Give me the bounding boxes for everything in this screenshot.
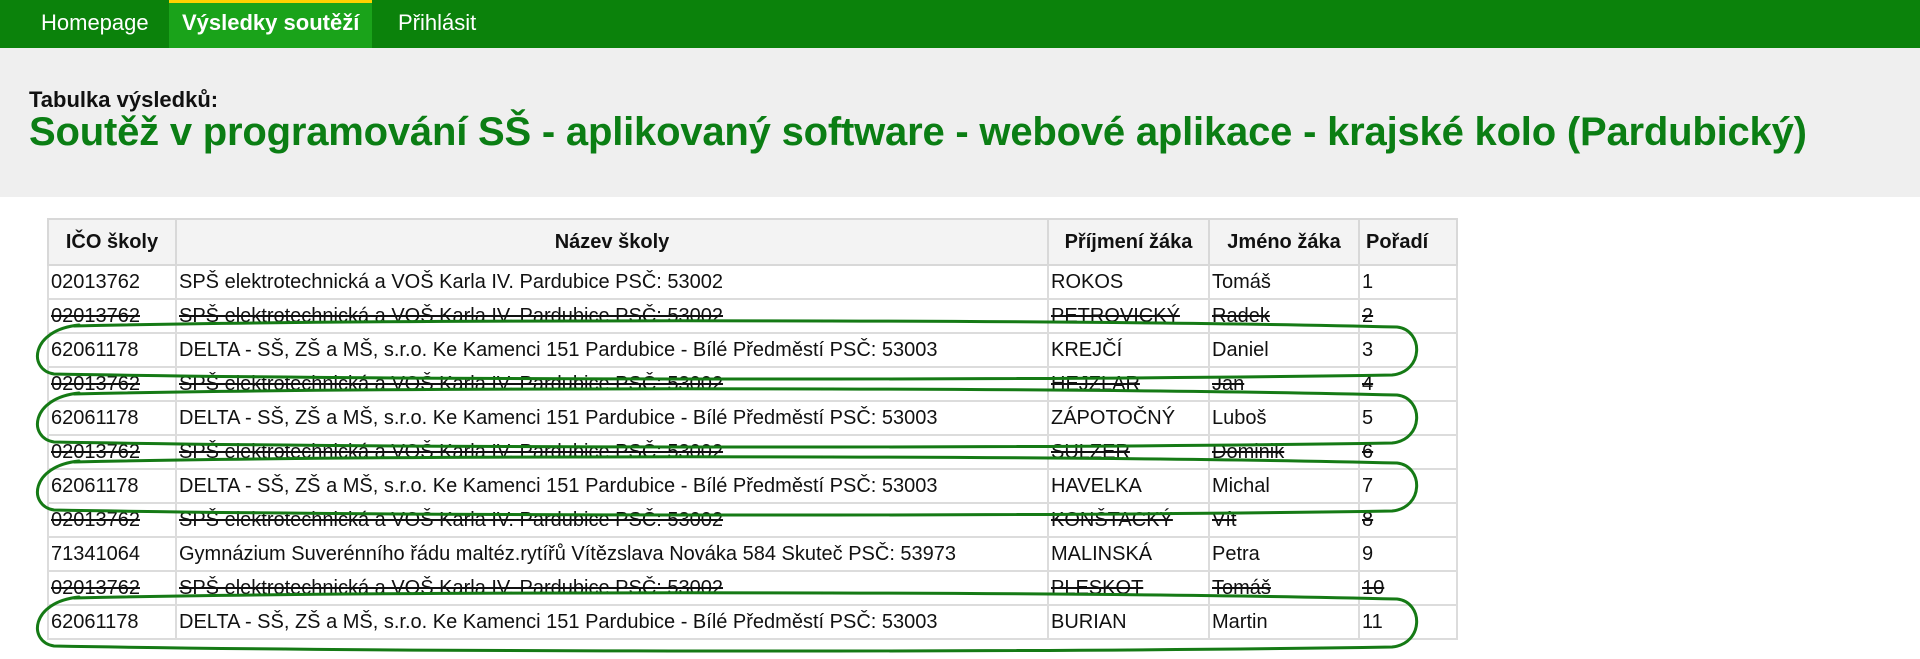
cell-poradi: 9 — [1358, 536, 1458, 572]
page-title: Soutěž v programování SŠ - aplikovaný so… — [29, 110, 1807, 154]
table-row: 62061178 DELTA - SŠ, ZŠ a MŠ, s.r.o. Ke K… — [47, 332, 1458, 368]
cell-jmeno: Vít — [1208, 502, 1360, 538]
cell-prijmeni: ROKOS — [1047, 264, 1210, 300]
cell-ico: 62061178 — [47, 604, 177, 640]
cell-jmeno: Petra — [1208, 536, 1360, 572]
cell-ico: 71341064 — [47, 536, 177, 572]
cell-nazev: SPŠ elektrotechnická a VOŠ Karla IV. Par… — [175, 570, 1049, 606]
cell-jmeno: Jan — [1208, 366, 1360, 402]
table-row: 62061178 DELTA - SŠ, ZŠ a MŠ, s.r.o. Ke K… — [47, 400, 1458, 436]
cell-prijmeni: ZÁPOTOČNÝ — [1047, 400, 1210, 436]
cell-jmeno: Radek — [1208, 298, 1360, 334]
cell-nazev: SPŠ elektrotechnická a VOŠ Karla IV. Par… — [175, 264, 1049, 300]
cell-ico: 02013762 — [47, 570, 177, 606]
table-row: 71341064 Gymnázium Suverénního řádu malté… — [47, 536, 1458, 572]
cell-jmeno: Tomáš — [1208, 264, 1360, 300]
cell-prijmeni: KREJČÍ — [1047, 332, 1210, 368]
cell-jmeno: Dominik — [1208, 434, 1360, 470]
table-row: 02013762 SPŠ elektrotechnická a VOŠ Karla… — [47, 434, 1458, 470]
cell-poradi: 8 — [1358, 502, 1458, 538]
table-row: 62061178 DELTA - SŠ, ZŠ a MŠ, s.r.o. Ke K… — [47, 468, 1458, 504]
cell-nazev: Gymnázium Suverénního řádu maltéz.rytířů… — [175, 536, 1049, 572]
cell-ico: 02013762 — [47, 434, 177, 470]
cell-prijmeni: PLESKOT — [1047, 570, 1210, 606]
cell-ico: 02013762 — [47, 264, 177, 300]
cell-nazev: DELTA - SŠ, ZŠ a MŠ, s.r.o. Ke Kamenci 1… — [175, 604, 1049, 640]
table-row: 62061178 DELTA - SŠ, ZŠ a MŠ, s.r.o. Ke K… — [47, 604, 1458, 640]
cell-ico: 62061178 — [47, 468, 177, 504]
cell-prijmeni: SULZER — [1047, 434, 1210, 470]
cell-poradi: 4 — [1358, 366, 1458, 402]
nav-vysledky-soutezi[interactable]: Výsledky soutěží — [169, 0, 373, 48]
table-row: 02013762 SPŠ elektrotechnická a VOŠ Karla… — [47, 570, 1458, 606]
cell-prijmeni: HEJZLAR — [1047, 366, 1210, 402]
cell-prijmeni: BURIAN — [1047, 604, 1210, 640]
cell-ico: 02013762 — [47, 502, 177, 538]
table-row: 02013762 SPŠ elektrotechnická a VOŠ Karla… — [47, 502, 1458, 538]
cell-nazev: DELTA - SŠ, ZŠ a MŠ, s.r.o. Ke Kamenci 1… — [175, 468, 1049, 504]
cell-prijmeni: MALINSKÁ — [1047, 536, 1210, 572]
cell-poradi: 1 — [1358, 264, 1458, 300]
cell-jmeno: Luboš — [1208, 400, 1360, 436]
cell-jmeno: Daniel — [1208, 332, 1360, 368]
table-row: 02013762 SPŠ elektrotechnická a VOŠ Karla… — [47, 366, 1458, 402]
cell-poradi: 3 — [1358, 332, 1458, 368]
column-header-jmeno[interactable]: Jméno žáka — [1208, 218, 1360, 266]
cell-poradi: 5 — [1358, 400, 1458, 436]
table-header-row: IČO školy Název školy Příjmení žáka Jmén… — [47, 218, 1458, 266]
results-table-wrapper: IČO školy Název školy Příjmení žáka Jmén… — [47, 218, 1458, 640]
cell-poradi: 11 — [1358, 604, 1458, 640]
cell-prijmeni: PETROVICKÝ — [1047, 298, 1210, 334]
cell-nazev: DELTA - SŠ, ZŠ a MŠ, s.r.o. Ke Kamenci 1… — [175, 332, 1049, 368]
cell-nazev: SPŠ elektrotechnická a VOŠ Karla IV. Par… — [175, 434, 1049, 470]
cell-nazev: DELTA - SŠ, ZŠ a MŠ, s.r.o. Ke Kamenci 1… — [175, 400, 1049, 436]
cell-jmeno: Martin — [1208, 604, 1360, 640]
cell-prijmeni: KONŠTACKÝ — [1047, 502, 1210, 538]
column-header-ico[interactable]: IČO školy — [47, 218, 177, 266]
cell-jmeno: Tomáš — [1208, 570, 1360, 606]
cell-prijmeni: HAVELKA — [1047, 468, 1210, 504]
cell-nazev: SPŠ elektrotechnická a VOŠ Karla IV. Par… — [175, 502, 1049, 538]
top-navigation: Homepage Výsledky soutěží Přihlásit — [0, 0, 1920, 48]
cell-ico: 62061178 — [47, 400, 177, 436]
nav-homepage[interactable]: Homepage — [28, 0, 162, 48]
cell-ico: 02013762 — [47, 298, 177, 334]
cell-poradi: 6 — [1358, 434, 1458, 470]
table-row: 02013762 SPŠ elektrotechnická a VOŠ Karla… — [47, 298, 1458, 334]
results-table: IČO školy Název školy Příjmení žáka Jmén… — [47, 218, 1458, 640]
column-header-poradi[interactable]: Pořadí — [1358, 218, 1458, 266]
cell-poradi: 10 — [1358, 570, 1458, 606]
table-row: 02013762 SPŠ elektrotechnická a VOŠ Karla… — [47, 264, 1458, 300]
cell-poradi: 7 — [1358, 468, 1458, 504]
column-header-nazev[interactable]: Název školy — [175, 218, 1049, 266]
table-body: 02013762 SPŠ elektrotechnická a VOŠ Karla… — [47, 264, 1458, 640]
cell-nazev: SPŠ elektrotechnická a VOŠ Karla IV. Par… — [175, 366, 1049, 402]
cell-ico: 02013762 — [47, 366, 177, 402]
cell-ico: 62061178 — [47, 332, 177, 368]
cell-poradi: 2 — [1358, 298, 1458, 334]
cell-jmeno: Michal — [1208, 468, 1360, 504]
nav-prihlasit[interactable]: Přihlásit — [385, 0, 489, 48]
cell-nazev: SPŠ elektrotechnická a VOŠ Karla IV. Par… — [175, 298, 1049, 334]
column-header-prijmeni[interactable]: Příjmení žáka — [1047, 218, 1210, 266]
